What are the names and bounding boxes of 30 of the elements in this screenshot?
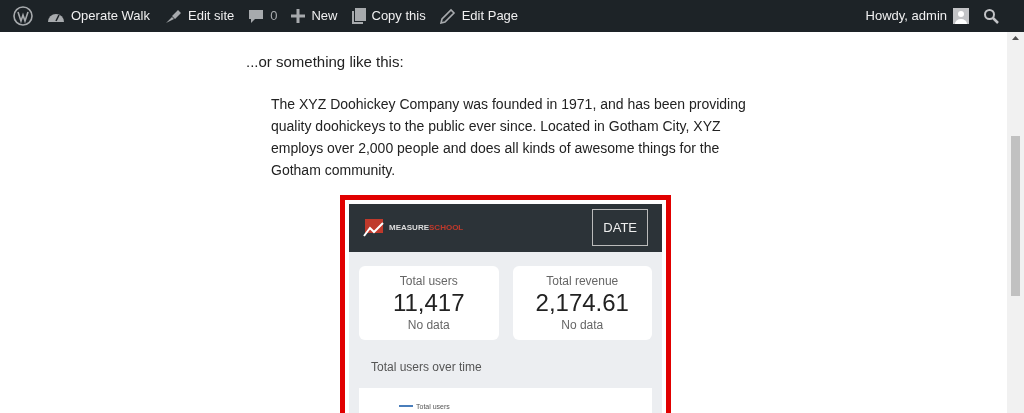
scrollbar[interactable]: [1007, 32, 1024, 413]
quote-text: The XYZ Doohickey Company was founded in 1971, and has been providing quality doohickeys to the public ever since. Located in Gotham City, XYZ employs over 2,000 people and does all kinds of awesome things for the Gotham community.: [271, 94, 747, 180]
legend-line-icon: [399, 405, 413, 409]
intro-text: ...or something like this:: [246, 52, 404, 72]
scorecard-note: No data: [561, 316, 604, 334]
admin-bar-link[interactable]: Edit Page: [432, 6, 526, 26]
logo-text: MEASURESCHOOL: [389, 221, 464, 234]
scorecard-note: No data: [407, 316, 450, 334]
chart-title: Total users over time: [371, 358, 483, 376]
plus-icon: [291, 9, 306, 23]
comment-icon: [248, 8, 265, 24]
scorecard-value: 2,174.61: [535, 289, 629, 316]
admin-bar-link[interactable]: 0: [241, 6, 285, 26]
account-link[interactable]: Howdy, admin: [865, 6, 969, 26]
scorecard-label: Total users: [399, 272, 458, 290]
scorecard-label: Total revenue: [546, 272, 619, 290]
admin-bar-link[interactable]: Operate Walk: [40, 6, 157, 26]
search-icon[interactable]: [983, 8, 999, 24]
scorecard-value: 11,417: [392, 289, 465, 316]
avatar-icon: [953, 8, 969, 24]
scroll-up-icon[interactable]: [1012, 36, 1019, 40]
admin-bar-link[interactable]: New: [284, 6, 345, 26]
chart-logo-icon: [363, 217, 385, 238]
wordpress-logo-icon[interactable]: [13, 6, 33, 26]
admin-bar-link[interactable]: Edit site: [157, 6, 242, 26]
copy-icon: [351, 8, 366, 24]
scrollbar-thumb[interactable]: [1011, 136, 1020, 296]
pencil-icon: [439, 8, 456, 24]
admin-bar-link[interactable]: Copy this: [344, 6, 433, 26]
date-button[interactable]: DATE: [592, 208, 648, 247]
